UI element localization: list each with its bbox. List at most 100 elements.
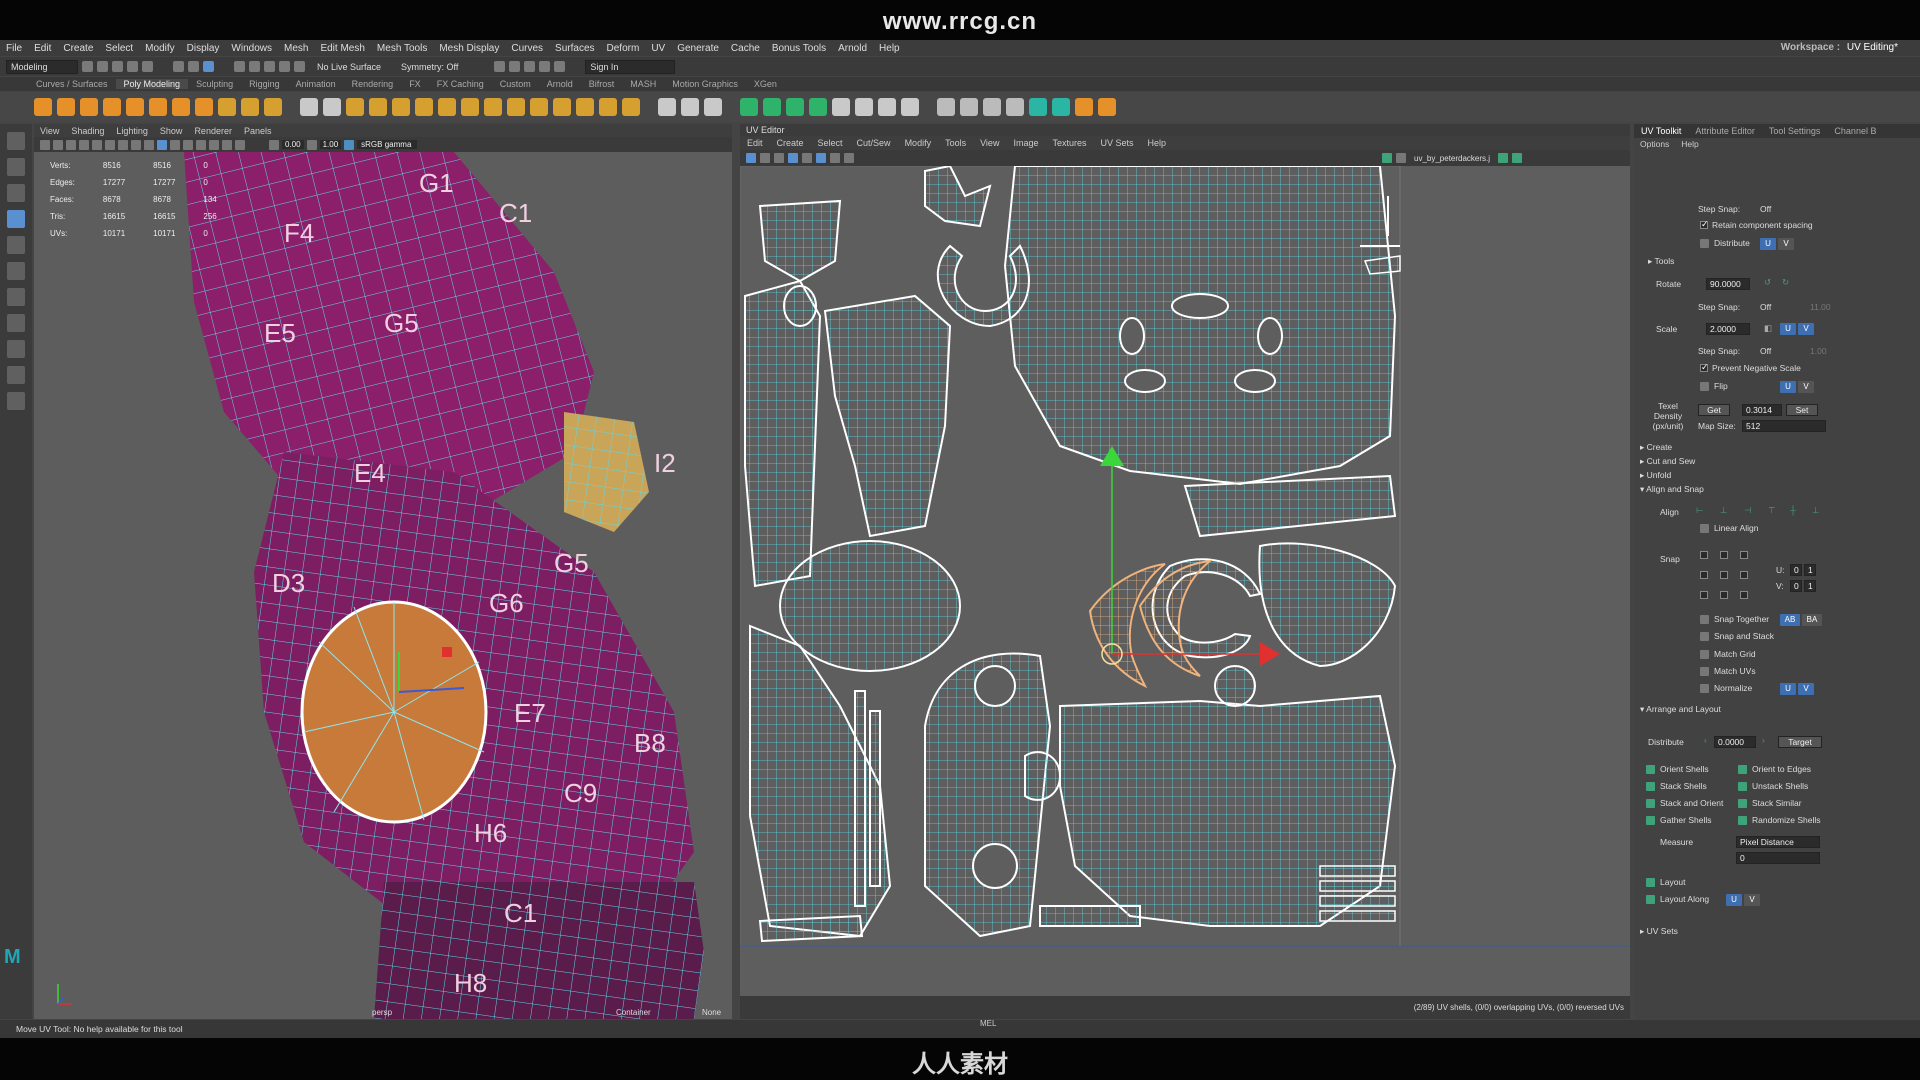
exposure-field[interactable]: 0.00	[282, 140, 304, 149]
uv-shell-bottom-left-strip[interactable]	[758, 914, 864, 943]
uv-menu-item[interactable]: Textures	[1045, 138, 1093, 148]
snap-u-min[interactable]: 0	[1790, 564, 1802, 576]
snap-grid-bl[interactable]	[1700, 591, 1708, 599]
outliner-layout-icon[interactable]	[7, 392, 25, 410]
menu-item[interactable]: Edit	[28, 43, 57, 54]
arrange-button[interactable]: Orient to Edges	[1752, 764, 1811, 774]
uv-grid-icon[interactable]	[788, 153, 798, 163]
automatic-mapping-icon[interactable]	[763, 98, 781, 116]
snap-grid-tl[interactable]	[1700, 551, 1708, 559]
menu-item[interactable]: Curves	[505, 43, 549, 54]
uv-shell-bottom-strip[interactable]	[1039, 905, 1141, 927]
arrange-button[interactable]: Stack Shells	[1660, 781, 1707, 791]
uv-menu-item[interactable]: Select	[811, 138, 850, 148]
shelf-tab[interactable]: Sculpting	[188, 79, 241, 89]
append-icon[interactable]	[507, 98, 525, 116]
3d-viewport[interactable]: View Shading Lighting Show Renderer Panels 0.…	[34, 124, 732, 1019]
snap-grid-tc[interactable]	[1720, 551, 1728, 559]
conform-icon[interactable]	[1006, 98, 1024, 116]
sign-in-dropdown[interactable]: Sign In	[585, 59, 676, 74]
toolkit-tab[interactable]: Tool Settings	[1762, 126, 1828, 136]
retain-spacing-checkbox[interactable]	[1700, 219, 1709, 230]
poly-cylinder-icon[interactable]	[80, 98, 98, 116]
uv-shell-small-disc[interactable]	[1214, 665, 1256, 707]
snap-ab-button[interactable]: AB	[1780, 614, 1800, 626]
color-management-icon[interactable]	[344, 139, 355, 150]
arrange-button[interactable]: Gather Shells	[1660, 815, 1712, 825]
uv-shell-left-strip[interactable]	[744, 279, 822, 588]
cut-uv-icon[interactable]	[832, 98, 850, 116]
uv-shell-strip-b[interactable]	[869, 710, 881, 887]
scale-field[interactable]: 2.0000	[1706, 323, 1750, 335]
render-sequence-icon[interactable]	[509, 61, 521, 72]
pivot-icon[interactable]	[1029, 98, 1047, 116]
undo-icon[interactable]	[127, 61, 138, 72]
uv-shell-star[interactable]	[924, 166, 992, 228]
uv-shell-strip-a[interactable]	[854, 690, 866, 907]
shadows-icon[interactable]	[196, 139, 206, 150]
align-center-u-icon[interactable]: ⊥	[1720, 505, 1727, 516]
uv-menu-item[interactable]: Help	[1141, 138, 1174, 148]
menu-item[interactable]: Mesh Tools	[371, 43, 433, 54]
rotate-tool-icon[interactable]	[7, 236, 25, 254]
menu-item[interactable]: Help	[873, 43, 906, 54]
align-snap-section[interactable]: ▾ Align and Snap	[1640, 484, 1704, 495]
align-right-icon[interactable]: ⊣	[1744, 505, 1751, 516]
menu-item[interactable]: Create	[57, 43, 99, 54]
scale-u-button[interactable]: U	[1780, 323, 1796, 335]
uv-shell-ring[interactable]	[936, 244, 1030, 328]
flip-label[interactable]: Flip	[1714, 381, 1728, 391]
gamma-field[interactable]: 1.00	[319, 140, 342, 149]
uv-menu-item[interactable]: UV Sets	[1093, 138, 1140, 148]
shelf-tab[interactable]: Curves / Surfaces	[28, 79, 116, 89]
shelf-tab[interactable]: MASH	[622, 79, 664, 89]
move-step-snap-value[interactable]: Off	[1760, 204, 1771, 214]
planar-mapping-icon[interactable]	[740, 98, 758, 116]
layout-along-button[interactable]: Layout Along	[1660, 894, 1709, 904]
scale-v-button[interactable]: V	[1798, 323, 1814, 335]
menu-item[interactable]: Generate	[671, 43, 725, 54]
menu-set-dropdown[interactable]: Modeling	[6, 59, 78, 74]
uv-canvas[interactable]	[740, 166, 1630, 996]
bookmark-icon[interactable]	[66, 139, 76, 150]
poly-cone-icon[interactable]	[103, 98, 121, 116]
shelf-tab[interactable]: Rigging	[241, 79, 288, 89]
merge-icon[interactable]	[530, 98, 548, 116]
lights-icon[interactable]	[183, 139, 193, 150]
menu-item[interactable]: Select	[99, 43, 139, 54]
create-section[interactable]: ▸ Create	[1640, 442, 1672, 453]
help-menu[interactable]: Help	[1675, 139, 1704, 149]
single-view-icon[interactable]	[7, 314, 25, 332]
uv-shell-selected[interactable]	[1088, 559, 1214, 689]
reduce-icon[interactable]	[599, 98, 617, 116]
layout-along-u-button[interactable]: U	[1726, 894, 1742, 906]
poly-torus-icon[interactable]	[126, 98, 144, 116]
symmetry-dropdown[interactable]: Symmetry: Off	[393, 62, 466, 72]
match-grid-button[interactable]: Match Grid	[1714, 649, 1756, 659]
menu-item[interactable]: Bonus Tools	[766, 43, 832, 54]
uv-refresh-icon[interactable]	[1498, 153, 1509, 163]
arrange-button[interactable]: Orient Shells	[1660, 764, 1709, 774]
texel-density-field[interactable]: 0.3014	[1742, 404, 1782, 416]
mirror-icon[interactable]	[392, 98, 410, 116]
select-object-icon[interactable]	[188, 61, 199, 72]
smooth-icon[interactable]	[346, 98, 364, 116]
center-pivot-icon[interactable]	[1098, 98, 1116, 116]
uv-display-icon[interactable]	[1382, 153, 1392, 163]
flip-v-button[interactable]: V	[1798, 381, 1814, 393]
platonic-icon[interactable]	[195, 98, 213, 116]
snap-grid-mr[interactable]	[1740, 571, 1748, 579]
unfold-icon[interactable]	[878, 98, 896, 116]
open-scene-icon[interactable]	[97, 61, 108, 72]
viewport-menu-item[interactable]: Lighting	[110, 126, 154, 136]
uv-shell-small-oval[interactable]	[783, 285, 817, 327]
menu-item[interactable]: Windows	[225, 43, 278, 54]
boolean-icon[interactable]	[369, 98, 387, 116]
snap-view-icon[interactable]	[279, 61, 290, 72]
viewport-menu-item[interactable]: View	[34, 126, 65, 136]
poly-plane-icon[interactable]	[149, 98, 167, 116]
camera-lock-icon[interactable]	[53, 139, 63, 150]
menu-item[interactable]: Deform	[601, 43, 646, 54]
texel-get-button[interactable]: Get	[1698, 404, 1730, 416]
shelf-tab[interactable]: Poly Modeling	[115, 79, 189, 89]
